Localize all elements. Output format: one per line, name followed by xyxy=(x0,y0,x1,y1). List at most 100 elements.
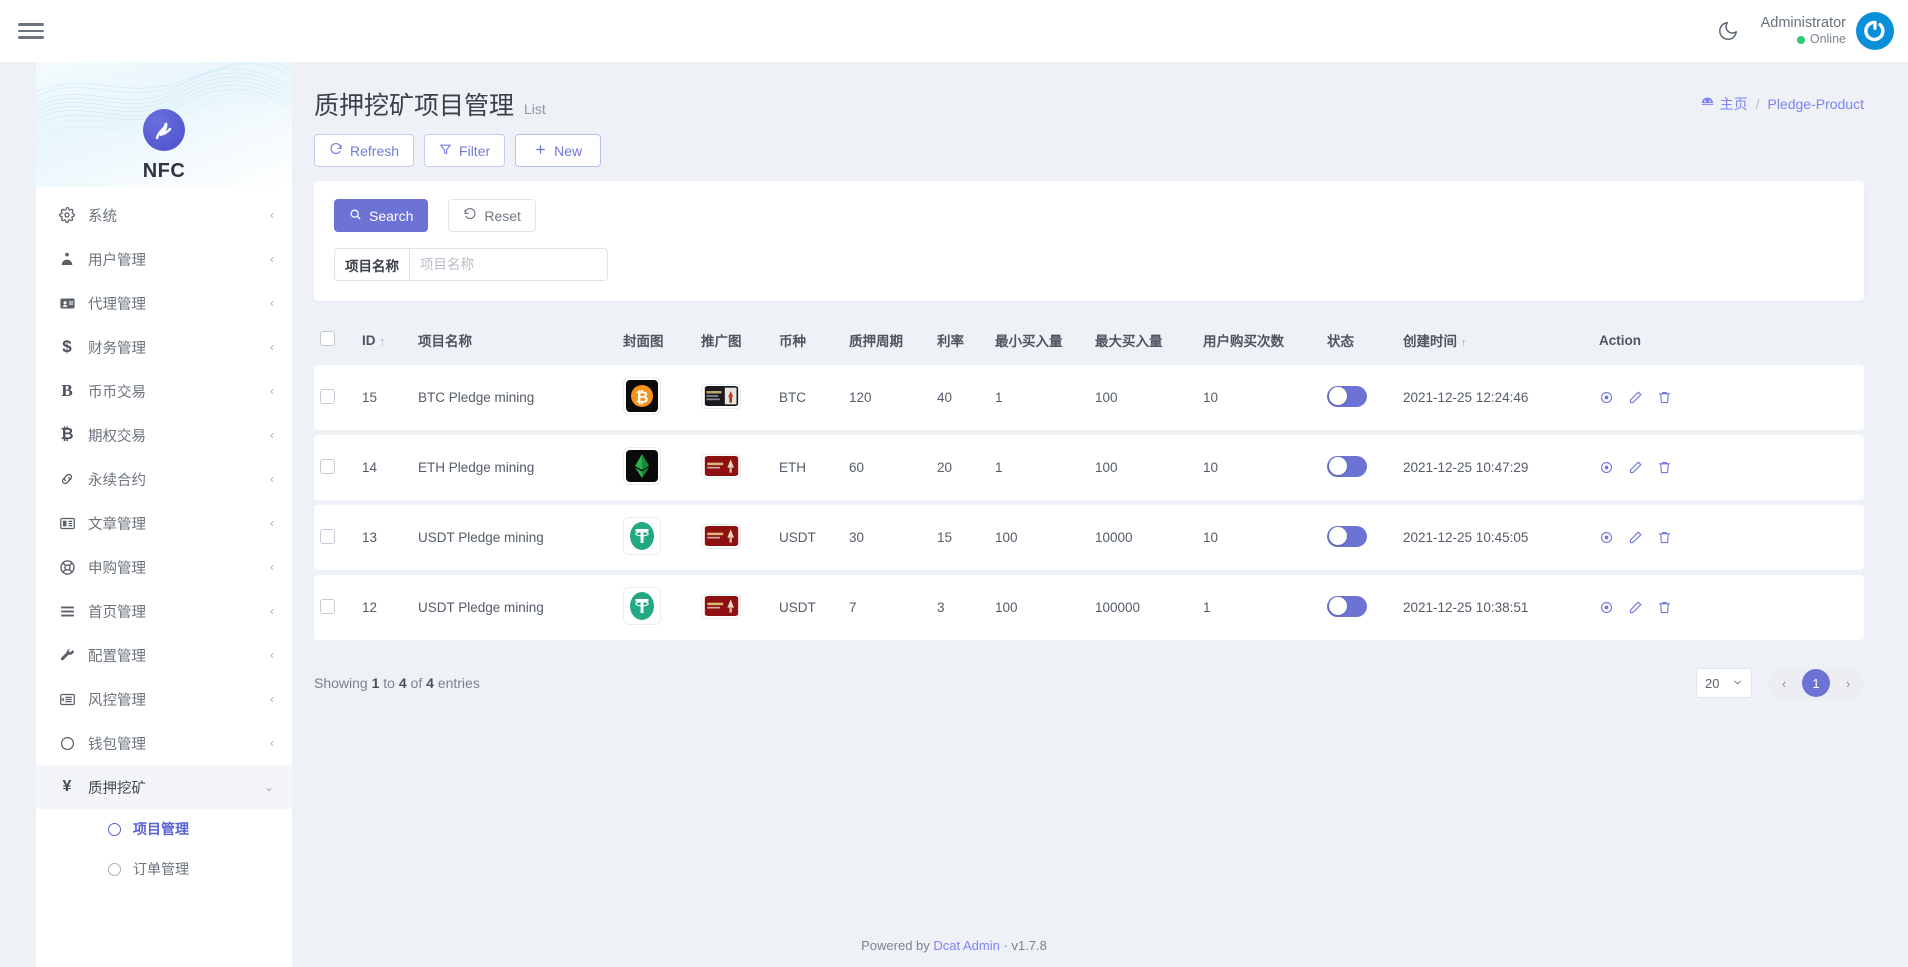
eye-icon[interactable] xyxy=(1599,390,1614,405)
sidebar-submenu-pledge-mining: 项目管理 订单管理 xyxy=(36,809,292,895)
next-page-button[interactable]: › xyxy=(1834,669,1862,697)
yen-icon: ¥ xyxy=(56,778,78,796)
trash-icon[interactable] xyxy=(1657,460,1672,475)
col-name: 项目名称 xyxy=(412,320,617,360)
cover-thumbnail[interactable] xyxy=(623,587,661,625)
cell-name: USDT Pledge mining xyxy=(412,505,617,570)
cell-period: 60 xyxy=(843,435,931,500)
pencil-icon[interactable] xyxy=(1628,390,1643,405)
table-row[interactable]: 15 BTC Pledge mining ₿ xyxy=(314,365,1864,430)
row-checkbox[interactable] xyxy=(320,459,335,474)
new-button[interactable]: New xyxy=(515,134,601,167)
status-toggle[interactable] xyxy=(1327,386,1367,407)
sidebar-item-user-management[interactable]: 用户管理 ‹ xyxy=(36,237,292,281)
status-toggle[interactable] xyxy=(1327,526,1367,547)
row-select-cell xyxy=(314,505,356,570)
filter-button-group: Search Reset xyxy=(334,199,1844,232)
trash-icon[interactable] xyxy=(1657,390,1672,405)
user-status-label: Online xyxy=(1810,32,1846,48)
sidebar-item-wallet-management[interactable]: 钱包管理 ‹ xyxy=(36,721,292,765)
col-created-at[interactable]: 创建时间↑ xyxy=(1397,320,1593,360)
pencil-icon[interactable] xyxy=(1628,600,1643,615)
sidebar-item-perpetual-contract[interactable]: 永续合约 ‹ xyxy=(36,457,292,501)
eye-icon[interactable] xyxy=(1599,600,1614,615)
per-page-select[interactable]: 20 xyxy=(1696,668,1752,698)
filter-label: Filter xyxy=(459,143,490,159)
footer-version: v1.7.8 xyxy=(1011,938,1046,953)
avatar[interactable] xyxy=(1856,12,1894,50)
sidebar-item-option-trading[interactable]: ₿ 期权交易 ‹ xyxy=(36,413,292,457)
hamburger-menu-icon[interactable] xyxy=(18,20,44,42)
trash-icon[interactable] xyxy=(1657,600,1672,615)
promo-thumbnail[interactable] xyxy=(701,594,741,619)
cell-buy-times: 10 xyxy=(1197,365,1321,430)
col-id-label: ID xyxy=(362,333,376,348)
eye-icon[interactable] xyxy=(1599,460,1614,475)
pencil-icon[interactable] xyxy=(1628,460,1643,475)
sidebar-item-config-management[interactable]: 配置管理 ‹ xyxy=(36,633,292,677)
promo-thumbnail[interactable] xyxy=(701,524,741,549)
row-checkbox[interactable] xyxy=(320,599,335,614)
sidebar-item-label: 首页管理 xyxy=(88,601,146,622)
sidebar-subitem-project-management[interactable]: 项目管理 xyxy=(36,809,292,849)
user-profile[interactable]: Administrator Online xyxy=(1761,12,1894,50)
cover-thumbnail[interactable] xyxy=(623,517,661,555)
breadcrumb-home-link[interactable]: 主页 xyxy=(1700,94,1748,114)
status-toggle[interactable] xyxy=(1327,456,1367,477)
project-name-filter-input[interactable] xyxy=(409,248,608,281)
data-table-container: ID↑ 项目名称 封面图 推广图 币种 质押周期 利率 最小买入量 最大买入量 … xyxy=(314,315,1864,645)
status-toggle[interactable] xyxy=(1327,596,1367,617)
sidebar-item-article-management[interactable]: 文章管理 ‹ xyxy=(36,501,292,545)
cell-id: 13 xyxy=(356,505,412,570)
sidebar-item-pledge-mining[interactable]: ¥ 质押挖矿 ⌄ xyxy=(36,765,292,809)
promo-thumbnail[interactable] xyxy=(701,384,741,409)
sidebar-subitem-label: 项目管理 xyxy=(133,819,189,839)
sidebar-item-homepage-management[interactable]: 首页管理 ‹ xyxy=(36,589,292,633)
tether-logo-icon xyxy=(626,520,658,552)
pencil-icon[interactable] xyxy=(1628,530,1643,545)
table-row[interactable]: 14 ETH Pledge mining xyxy=(314,435,1864,500)
row-checkbox[interactable] xyxy=(320,389,335,404)
sidebar-item-risk-management[interactable]: 风控管理 ‹ xyxy=(36,677,292,721)
sidebar-item-agent-management[interactable]: 代理管理 ‹ xyxy=(36,281,292,325)
select-all-checkbox[interactable] xyxy=(320,331,335,346)
dark-mode-toggle-icon[interactable] xyxy=(1717,20,1739,42)
table-row[interactable]: 12 USDT Pledge mining xyxy=(314,575,1864,640)
sidebar-item-label: 配置管理 xyxy=(88,645,146,666)
sidebar-item-label: 用户管理 xyxy=(88,249,146,270)
sidebar-item-system[interactable]: 系统 ‹ xyxy=(36,193,292,237)
cell-max-buy: 100 xyxy=(1089,365,1197,430)
cover-thumbnail[interactable] xyxy=(623,447,661,485)
project-name-filter-group: 项目名称 xyxy=(334,248,546,281)
row-checkbox[interactable] xyxy=(320,529,335,544)
filter-button[interactable]: Filter xyxy=(424,134,505,167)
sidebar-item-subscription-management[interactable]: 申购管理 ‹ xyxy=(36,545,292,589)
reset-button[interactable]: Reset xyxy=(448,199,536,232)
refresh-button[interactable]: Refresh xyxy=(314,134,414,167)
footer-brand-link[interactable]: Dcat Admin xyxy=(933,938,999,953)
page-button-1[interactable]: 1 xyxy=(1802,669,1830,697)
chevron-left-icon: ‹ xyxy=(270,648,274,662)
promo-thumbnail[interactable] xyxy=(701,454,741,479)
col-min-buy: 最小买入量 xyxy=(989,320,1089,360)
sidebar-subitem-order-management[interactable]: 订单管理 xyxy=(36,849,292,889)
sidebar-item-coin-trading[interactable]: B 币币交易 ‹ xyxy=(36,369,292,413)
sidebar-item-label: 申购管理 xyxy=(88,557,146,578)
cell-cover: ₿ xyxy=(617,365,695,430)
eye-icon[interactable] xyxy=(1599,530,1614,545)
cell-name: ETH Pledge mining xyxy=(412,435,617,500)
sidebar-item-finance-management[interactable]: $ 财务管理 ‹ xyxy=(36,325,292,369)
wrench-icon xyxy=(56,647,78,664)
cell-actions xyxy=(1593,575,1864,640)
cell-actions xyxy=(1593,505,1864,570)
prev-page-button[interactable]: ‹ xyxy=(1770,669,1798,697)
col-id[interactable]: ID↑ xyxy=(356,320,412,360)
trash-icon[interactable] xyxy=(1657,530,1672,545)
cover-thumbnail[interactable]: ₿ xyxy=(623,377,661,415)
cell-max-buy: 10000 xyxy=(1089,505,1197,570)
search-button[interactable]: Search xyxy=(334,199,428,232)
chevron-left-icon: ‹ xyxy=(270,736,274,750)
sidebar-item-label: 文章管理 xyxy=(88,513,146,534)
table-row[interactable]: 13 USDT Pledge mining xyxy=(314,505,1864,570)
cell-buy-times: 10 xyxy=(1197,505,1321,570)
